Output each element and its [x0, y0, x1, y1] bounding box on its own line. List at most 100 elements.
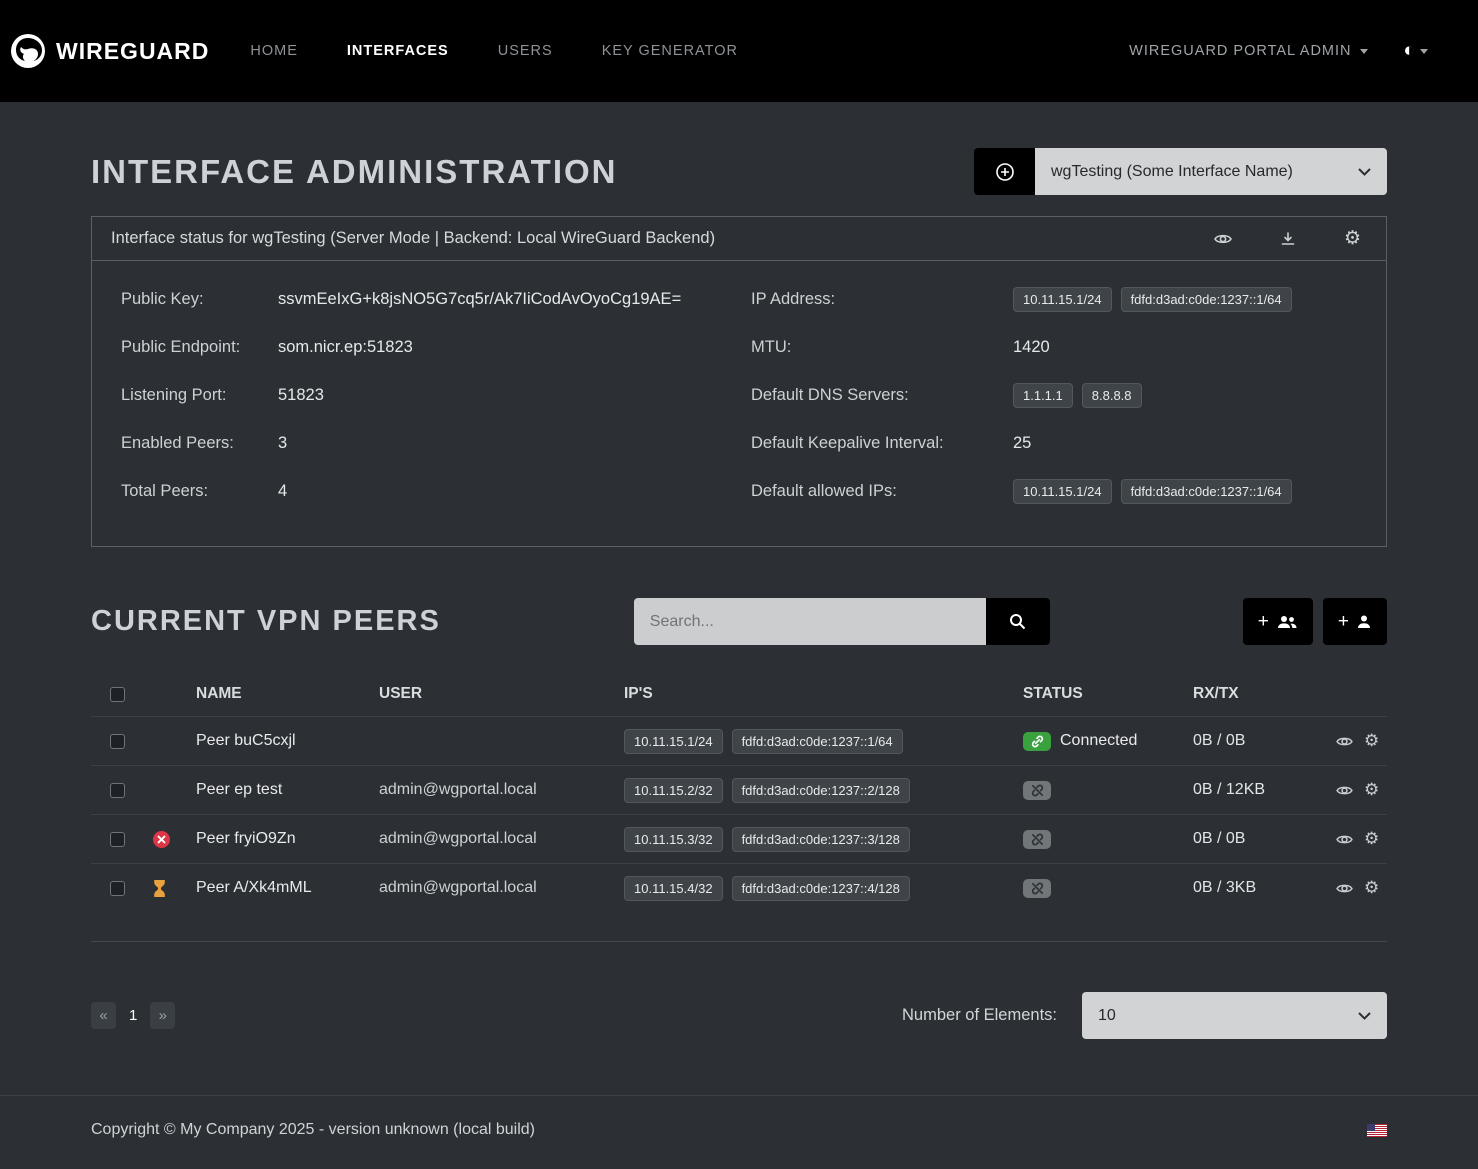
status-right-column: IP Address: 10.11.15.1/24 fdfd:d3ad:c0de…: [751, 275, 1357, 515]
table-row: Peer buC5cxjl 10.11.15.1/24 fdfd:d3ad:c0…: [91, 716, 1387, 765]
nav-item-home[interactable]: HOME: [250, 43, 298, 59]
elements-count-label: Number of Elements:: [902, 1006, 1057, 1025]
users-group-icon: [1276, 614, 1298, 630]
kv-mtu: MTU: 1420: [751, 323, 1357, 371]
language-us-flag-icon[interactable]: [1367, 1124, 1387, 1137]
ip-badge: fdfd:d3ad:c0de:1237::4/128: [732, 876, 910, 901]
peer-view-eye-icon[interactable]: [1336, 882, 1353, 895]
disconnected-link-slash-icon: [1023, 781, 1051, 800]
nav-links: HOME INTERFACES USERS KEY GENERATOR: [250, 43, 738, 59]
peer-settings-gear-icon[interactable]: ⚙: [1364, 831, 1379, 848]
dns-badge: 1.1.1.1: [1013, 383, 1073, 408]
ip-badge: 10.11.15.1/24: [1013, 479, 1112, 504]
peer-settings-gear-icon[interactable]: ⚙: [1364, 782, 1379, 799]
plus-icon: +: [1338, 611, 1349, 633]
peers-table: NAME USER IP'S STATUS RX/TX Peer buC5cxj…: [91, 672, 1387, 942]
ip-badge: 10.11.15.1/24: [624, 729, 723, 754]
add-interface-button[interactable]: [974, 148, 1035, 195]
ip-badge: fdfd:d3ad:c0de:1237::1/64: [1121, 479, 1292, 504]
status-left-column: Public Key: ssvmEeIxG+k8jsNO5G7cq5r/Ak7I…: [121, 275, 727, 515]
wireguard-logo-icon: [10, 33, 46, 69]
footer-copyright: Copyright © My Company 2025 - version un…: [91, 1121, 535, 1139]
pagination-current-page[interactable]: 1: [116, 1007, 150, 1024]
search-button[interactable]: [986, 598, 1050, 645]
dns-badge: 8.8.8.8: [1082, 383, 1142, 408]
peer-pending-hourglass-icon: [153, 880, 166, 897]
interface-select[interactable]: wgTesting (Some Interface Name): [1035, 148, 1387, 195]
status-card-title: Interface status for wgTesting (Server M…: [111, 229, 715, 248]
chevron-down-icon: [1358, 168, 1371, 176]
col-header-user: USER: [379, 685, 624, 703]
peer-user: admin@wgportal.local: [379, 830, 624, 848]
nav-item-interfaces[interactable]: INTERFACES: [347, 43, 449, 59]
add-multiple-peers-button[interactable]: +: [1243, 598, 1313, 645]
view-config-eye-icon[interactable]: [1214, 232, 1232, 246]
add-peer-button[interactable]: +: [1323, 598, 1387, 645]
peer-settings-gear-icon[interactable]: ⚙: [1364, 733, 1379, 750]
plus-circle-icon: [995, 162, 1015, 182]
interface-select-group: wgTesting (Some Interface Name): [974, 148, 1387, 195]
col-header-name: NAME: [196, 685, 379, 703]
peer-rxtx: 0B / 3KB: [1193, 879, 1336, 897]
peer-search-input[interactable]: [634, 598, 986, 645]
chevron-down-icon: [1360, 49, 1368, 54]
user-icon: [1356, 614, 1372, 630]
row-checkbox[interactable]: [110, 783, 125, 798]
plus-icon: +: [1258, 611, 1269, 633]
kv-ip-address: IP Address: 10.11.15.1/24 fdfd:d3ad:c0de…: [751, 275, 1357, 323]
row-checkbox[interactable]: [110, 881, 125, 896]
disconnected-link-slash-icon: [1023, 879, 1051, 898]
footer: Copyright © My Company 2025 - version un…: [0, 1095, 1478, 1169]
kv-dns-servers: Default DNS Servers: 1.1.1.1 8.8.8.8: [751, 371, 1357, 419]
peer-settings-gear-icon[interactable]: ⚙: [1364, 880, 1379, 897]
elements-count-value: 10: [1098, 1007, 1116, 1025]
kv-listening-port: Listening Port: 51823: [121, 371, 727, 419]
pagination: « 1 »: [91, 1002, 175, 1029]
brand[interactable]: WireGuard: [10, 33, 209, 69]
peer-view-eye-icon[interactable]: [1336, 735, 1353, 748]
theme-toggle-dropdown[interactable]: ◐: [1404, 40, 1428, 62]
interface-status-card: Interface status for wgTesting (Server M…: [91, 216, 1387, 547]
kv-public-key: Public Key: ssvmEeIxG+k8jsNO5G7cq5r/Ak7I…: [121, 275, 727, 323]
peer-user: admin@wgportal.local: [379, 879, 624, 897]
kv-public-endpoint: Public Endpoint: som.nicr.ep:51823: [121, 323, 727, 371]
kv-keepalive: Default Keepalive Interval: 25: [751, 419, 1357, 467]
elements-count-select[interactable]: 10: [1082, 992, 1387, 1039]
pagination-prev-button[interactable]: «: [91, 1002, 116, 1029]
brand-name: WireGuard: [56, 38, 209, 65]
peer-name: Peer A/Xk4mML: [196, 879, 379, 897]
user-menu-dropdown[interactable]: WIREGUARD PORTAL ADMIN: [1129, 43, 1367, 59]
peer-name: Peer fryiO9Zn: [196, 830, 379, 848]
theme-half-circle-icon: ◐: [1404, 40, 1415, 62]
col-header-ips: IP'S: [624, 685, 1023, 703]
col-header-status: STATUS: [1023, 685, 1193, 703]
ip-badge: 10.11.15.1/24: [1013, 287, 1112, 312]
pagination-next-button[interactable]: »: [150, 1002, 175, 1029]
ip-badge: 10.11.15.4/32: [624, 876, 723, 901]
kv-total-peers: Total Peers: 4: [121, 467, 727, 515]
peer-rxtx: 0B / 0B: [1193, 732, 1336, 750]
disconnected-link-slash-icon: [1023, 830, 1051, 849]
peer-view-eye-icon[interactable]: [1336, 784, 1353, 797]
download-config-icon[interactable]: [1280, 231, 1296, 247]
kv-enabled-peers: Enabled Peers: 3: [121, 419, 727, 467]
peer-rxtx: 0B / 0B: [1193, 830, 1336, 848]
status-label: Connected: [1060, 732, 1137, 750]
peer-expired-x-circle-icon: [153, 831, 170, 848]
table-header-row: NAME USER IP'S STATUS RX/TX: [91, 672, 1387, 716]
table-row: Peer A/Xk4mML admin@wgportal.local 10.11…: [91, 863, 1387, 912]
peers-section-title: CURRENT VPN PEERS: [91, 605, 441, 638]
row-checkbox[interactable]: [110, 832, 125, 847]
row-checkbox[interactable]: [110, 734, 125, 749]
nav-item-users[interactable]: USERS: [498, 43, 553, 59]
chevron-down-icon: [1358, 1012, 1371, 1020]
interface-settings-gear-icon[interactable]: ⚙: [1344, 229, 1361, 248]
select-all-checkbox[interactable]: [110, 687, 125, 702]
ip-badge: fdfd:d3ad:c0de:1237::1/64: [732, 729, 903, 754]
kv-allowed-ips: Default allowed IPs: 10.11.15.1/24 fdfd:…: [751, 467, 1357, 515]
col-header-rxtx: RX/TX: [1193, 685, 1336, 703]
user-menu-label: WIREGUARD PORTAL ADMIN: [1129, 43, 1351, 59]
ip-badge: 10.11.15.3/32: [624, 827, 723, 852]
peer-view-eye-icon[interactable]: [1336, 833, 1353, 846]
nav-item-key-generator[interactable]: KEY GENERATOR: [602, 43, 738, 59]
